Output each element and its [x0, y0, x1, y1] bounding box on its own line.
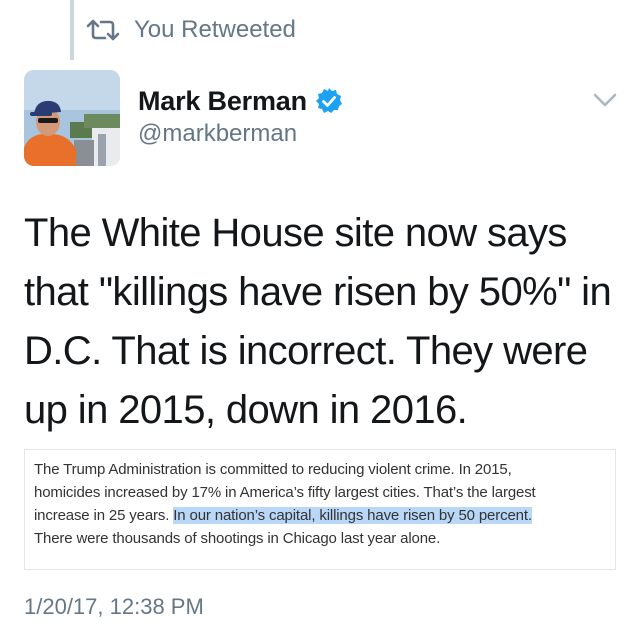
retweet-label: You Retweeted: [134, 16, 296, 43]
highlighted-text: In our nation’s capital, killings have r…: [173, 507, 532, 524]
author-handle[interactable]: @markberman: [138, 120, 343, 148]
retweet-context: You Retweeted: [86, 14, 296, 46]
screenshot-text-line: increase in 25 years. In our nation’s ca…: [34, 504, 606, 527]
tweet-text-line: up in 2015, down in 2016.: [24, 388, 468, 432]
retweet-icon: [86, 19, 120, 41]
screenshot-text-line: There were thousands of shootings in Chi…: [34, 530, 441, 547]
profile-photo: [24, 70, 120, 166]
chevron-down-icon[interactable]: [592, 90, 618, 110]
screenshot-text-plain: increase in 25 years.: [34, 507, 174, 524]
tweet-text-line: The White House site now says: [24, 211, 567, 255]
tweet-timestamp[interactable]: 1/20/17, 12:38 PM: [24, 594, 204, 620]
author-block: Mark Berman @markberman: [138, 84, 343, 148]
verified-badge-icon: [315, 88, 342, 113]
author-name[interactable]: Mark Berman: [138, 86, 307, 117]
avatar[interactable]: [24, 70, 120, 166]
tweet-text-line: that "killings have risen by 50%" in: [24, 270, 612, 314]
screenshot-text-line: homicides increased by 17% in America’s …: [34, 484, 536, 501]
tweet-text: The White House site now says that "kill…: [24, 204, 624, 440]
attached-screenshot[interactable]: The Trump Administration is committed to…: [24, 449, 616, 570]
screenshot-text-line: The Trump Administration is committed to…: [34, 461, 512, 478]
tweet-text-line: D.C. That is incorrect. They were: [24, 329, 588, 373]
thread-line: [70, 0, 74, 60]
